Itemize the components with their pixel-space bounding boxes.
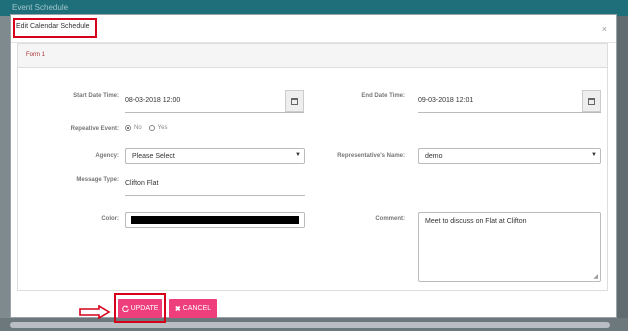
app-sidebar	[0, 16, 10, 331]
start-date-value: 08-03-2018 12:00	[125, 97, 181, 104]
repeative-radio-group: No Yes	[125, 125, 167, 131]
comment-label: Comment:	[375, 216, 405, 222]
end-date-field[interactable]: 09-03-2018 12:01	[418, 90, 601, 113]
start-calendar-button[interactable]	[285, 90, 304, 112]
update-label: UPDATE	[130, 305, 159, 312]
update-button[interactable]: UPDATE	[118, 299, 162, 318]
comment-textarea[interactable]: Meet to discuss on Flat at Clifton ◢	[418, 212, 601, 282]
pointer-arrow-icon	[79, 305, 111, 319]
calendar-icon	[291, 97, 298, 105]
horizontal-scrollbar[interactable]	[10, 322, 610, 328]
agency-label: Agency:	[95, 153, 119, 159]
panel-title: Form 1	[18, 44, 607, 68]
chevron-down-icon: ▼	[295, 152, 301, 158]
color-swatch	[131, 216, 299, 224]
repeative-event-label: Repeative Event:	[70, 126, 119, 132]
end-calendar-button[interactable]	[582, 90, 601, 112]
radio-no[interactable]	[125, 125, 131, 131]
rep-name-label: Representative's Name:	[337, 153, 405, 159]
refresh-icon	[121, 305, 129, 312]
color-label: Color:	[101, 216, 119, 222]
rep-name-select[interactable]: demo ▼	[418, 148, 601, 164]
agency-select[interactable]: Please Select ▼	[125, 148, 305, 164]
message-type-value: Clifton Flat	[125, 180, 159, 187]
radio-yes[interactable]	[148, 125, 155, 131]
radio-no-label: No	[134, 125, 142, 131]
agency-selected: Please Select	[132, 153, 175, 160]
start-date-field[interactable]: 08-03-2018 12:00	[125, 90, 304, 113]
calendar-icon	[588, 97, 595, 105]
cancel-label: CANCEL	[182, 305, 212, 312]
close-icon[interactable]: ×	[602, 24, 607, 34]
end-date-value: 09-03-2018 12:01	[418, 97, 474, 104]
app-title: Event Schedule	[12, 3, 69, 12]
color-picker[interactable]	[125, 212, 305, 228]
message-type-field[interactable]: Clifton Flat	[125, 180, 305, 196]
cancel-button[interactable]: ✖ CANCEL	[169, 299, 217, 318]
close-icon: ✖	[174, 305, 181, 313]
resize-handle-icon[interactable]: ◢	[593, 273, 598, 280]
edit-schedule-modal: Edit Calendar Schedule × Form 1 Start Da…	[10, 14, 617, 318]
end-date-label: End Date Time:	[361, 93, 405, 99]
rep-name-selected: demo	[425, 153, 443, 160]
message-type-label: Message Type:	[76, 177, 119, 183]
radio-yes-label: Yes	[157, 125, 168, 131]
comment-value: Meet to discuss on Flat at Clifton	[425, 218, 527, 225]
start-date-label: Start Date Time:	[73, 93, 119, 99]
form-panel: Form 1 Start Date Time: 08-03-2018 12:00…	[17, 43, 608, 291]
chevron-down-icon: ▼	[591, 152, 597, 158]
title-highlight-box	[13, 18, 97, 38]
